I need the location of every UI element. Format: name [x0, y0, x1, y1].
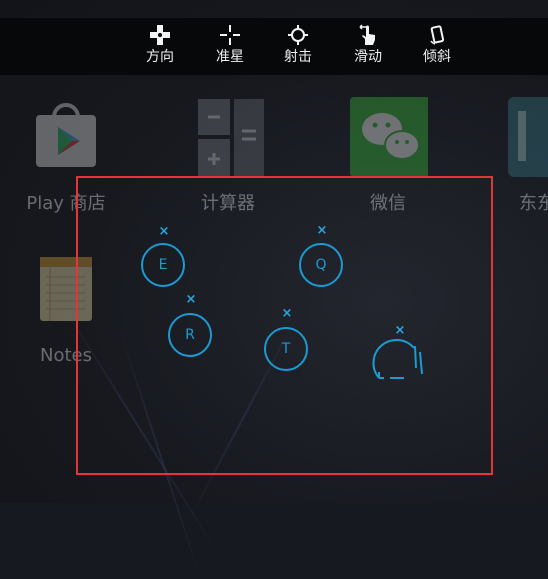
remove-key-r-button[interactable]: ×	[185, 293, 197, 306]
tool-tilt[interactable]: 倾斜	[407, 24, 467, 70]
play-store-icon	[36, 103, 96, 167]
tool-swipe[interactable]: 滑动	[338, 24, 398, 70]
remove-swipe-button[interactable]: ×	[394, 324, 406, 337]
key-e[interactable]: E	[141, 243, 185, 287]
key-r[interactable]: R	[168, 313, 212, 357]
swipe-hand-icon	[359, 24, 375, 45]
app-icon	[508, 97, 548, 177]
target-icon	[288, 25, 308, 45]
key-label: R	[185, 327, 195, 343]
wechat-icon	[350, 97, 428, 177]
tool-crosshair[interactable]: 准星	[200, 24, 260, 70]
swipe-gesture-icon[interactable]	[370, 338, 430, 384]
key-q[interactable]: Q	[299, 243, 343, 287]
app-partial[interactable]: 东东	[502, 97, 548, 215]
key-t[interactable]: T	[264, 327, 308, 371]
tool-direction[interactable]: 方向	[130, 24, 190, 70]
tool-label: 射击	[284, 49, 312, 65]
key-mapping-toolbar: 方向 准星 射击 滑动 倾斜	[0, 18, 548, 75]
tool-label: 滑动	[354, 49, 382, 65]
tool-shoot[interactable]: 射击	[268, 24, 328, 70]
key-label: T	[281, 341, 291, 357]
key-label: E	[158, 257, 168, 273]
calculator-icon	[198, 99, 264, 177]
tool-label: 方向	[146, 49, 174, 65]
remove-key-t-button[interactable]: ×	[281, 307, 293, 320]
tool-label: 准星	[216, 49, 244, 65]
key-mapping-area[interactable]	[76, 176, 493, 475]
crosshair-icon	[220, 25, 240, 45]
tilt-phone-icon	[430, 25, 445, 45]
tool-label: 倾斜	[423, 49, 451, 65]
key-label: Q	[315, 257, 327, 273]
remove-key-e-button[interactable]: ×	[158, 225, 170, 238]
remove-key-q-button[interactable]: ×	[316, 224, 328, 237]
app-label: 东东	[519, 193, 548, 214]
dpad-icon	[150, 25, 170, 45]
